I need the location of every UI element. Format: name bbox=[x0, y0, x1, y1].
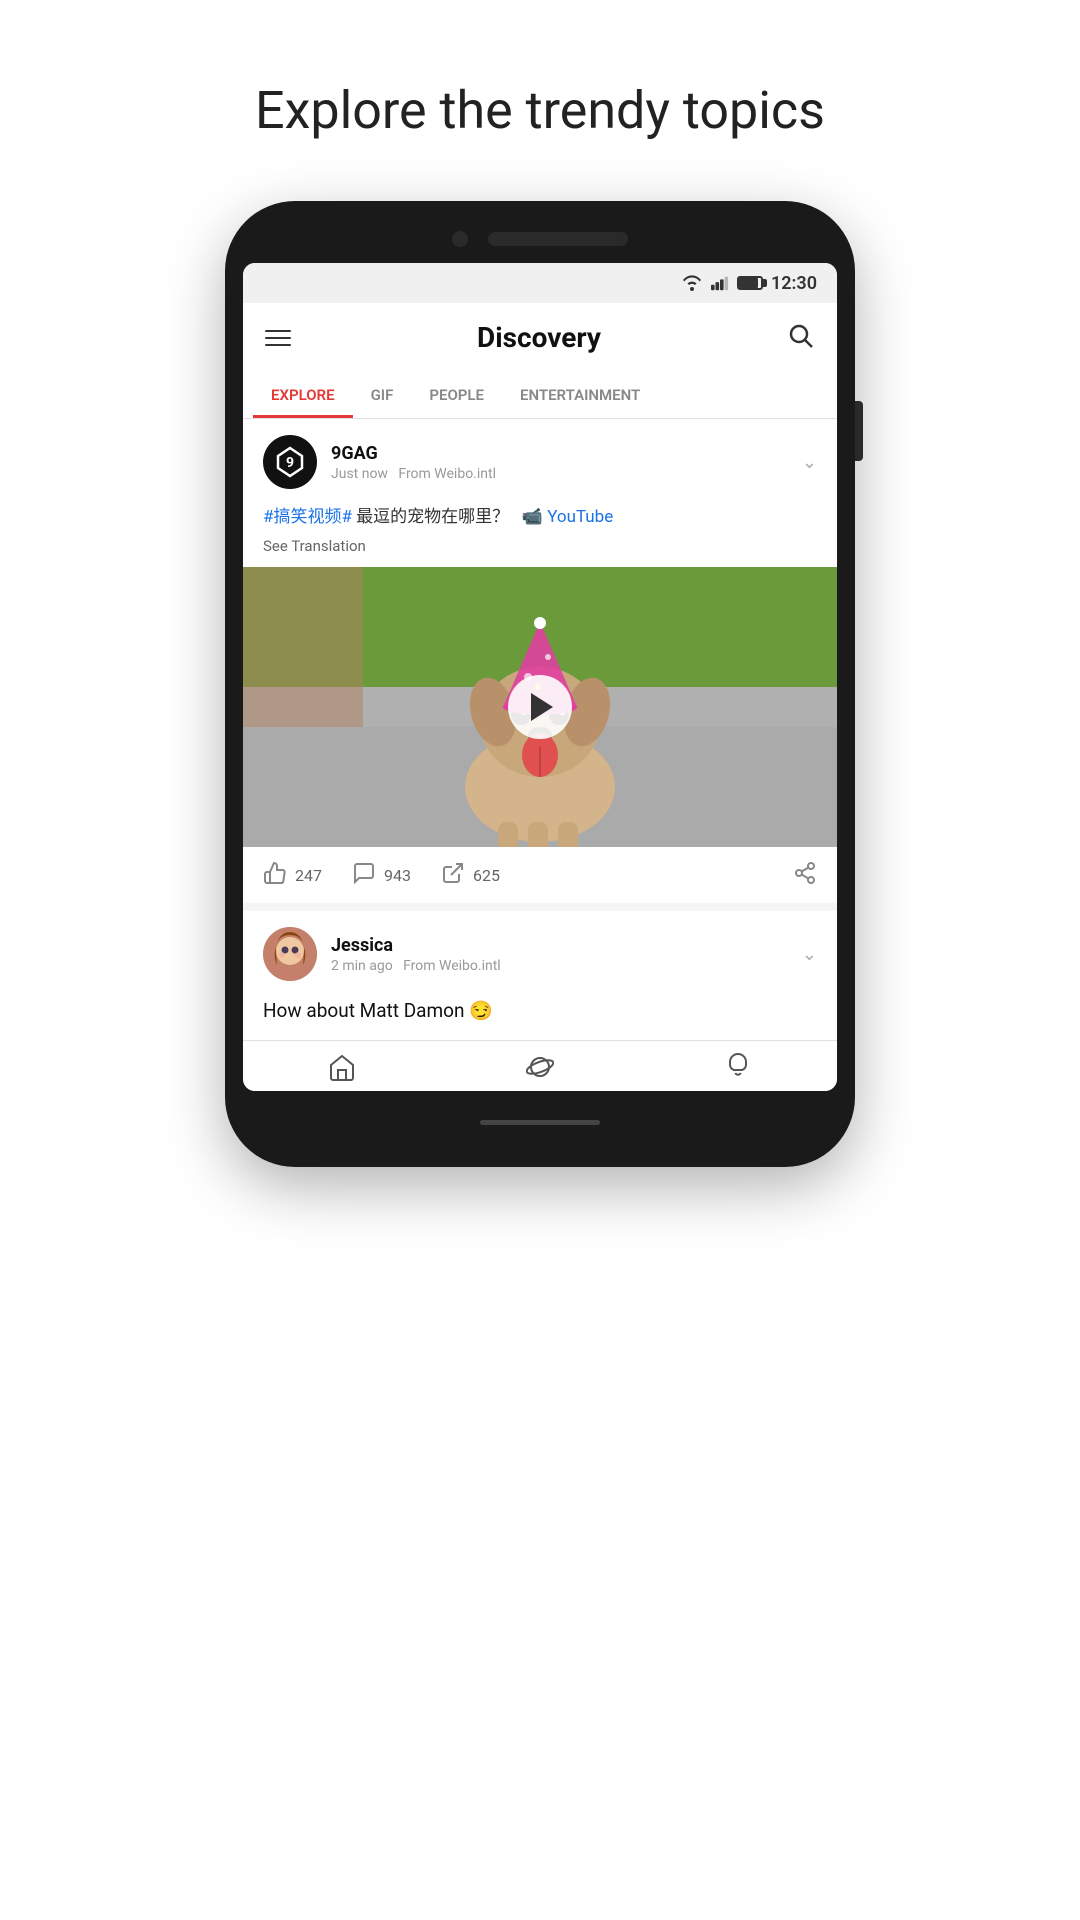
page-title: Explore the trendy topics bbox=[255, 80, 825, 141]
post-1-author: 9GAG bbox=[331, 443, 496, 464]
nav-notifications[interactable] bbox=[639, 1053, 837, 1081]
bell-icon bbox=[724, 1053, 752, 1081]
tab-people[interactable]: PEOPLE bbox=[411, 372, 502, 418]
post-1-source: From Weibo.intl bbox=[398, 466, 496, 482]
post-1-time-source: Just now From Weibo.intl bbox=[331, 466, 496, 482]
home-icon bbox=[328, 1053, 356, 1081]
home-indicator bbox=[480, 1120, 600, 1125]
phone-frame: 12:30 Discovery EXPLORE GIF PEOPLE ENTER… bbox=[225, 201, 855, 1167]
wifi-icon bbox=[681, 275, 703, 291]
repost-icon bbox=[441, 861, 465, 889]
svg-text:9: 9 bbox=[286, 455, 294, 471]
comment-count: 943 bbox=[384, 866, 411, 885]
hamburger-menu-icon[interactable] bbox=[265, 330, 291, 346]
post-1-youtube-link[interactable]: YouTube bbox=[547, 507, 613, 527]
post-card-1: 9 9GAG Just now From Weibo.intl ⌄ #搞笑视频# bbox=[243, 419, 837, 911]
post-1-video-thumbnail[interactable] bbox=[243, 567, 837, 847]
post-1-chevron-icon[interactable]: ⌄ bbox=[802, 452, 817, 473]
repost-count: 625 bbox=[473, 866, 500, 885]
comment-button[interactable]: 943 bbox=[352, 861, 411, 889]
post-1-action-bar: 247 943 bbox=[243, 847, 837, 903]
post-2-avatar[interactable] bbox=[263, 927, 317, 981]
phone-bottom bbox=[243, 1107, 837, 1137]
post-2-header: Jessica 2 min ago From Weibo.intl ⌄ bbox=[243, 911, 837, 991]
post-2-author: Jessica bbox=[331, 935, 501, 956]
post-1-avatar[interactable]: 9 bbox=[263, 435, 317, 489]
tabs-bar: EXPLORE GIF PEOPLE ENTERTAINMENT bbox=[243, 372, 837, 419]
like-icon bbox=[263, 861, 287, 889]
post-1-header: 9 9GAG Just now From Weibo.intl ⌄ bbox=[243, 419, 837, 499]
tab-explore[interactable]: EXPLORE bbox=[253, 372, 353, 418]
post-card-2: Jessica 2 min ago From Weibo.intl ⌄ How … bbox=[243, 911, 837, 1040]
post-1-text: 最逗的宠物在哪里？ bbox=[356, 507, 509, 527]
status-time: 12:30 bbox=[771, 273, 817, 294]
app-header: Discovery bbox=[243, 303, 837, 372]
tab-entertainment[interactable]: ENTERTAINMENT bbox=[502, 372, 658, 418]
post-1-hashtag[interactable]: #搞笑视频# bbox=[263, 507, 352, 527]
phone-screen: 12:30 Discovery EXPLORE GIF PEOPLE ENTER… bbox=[243, 263, 837, 1091]
side-button bbox=[855, 401, 863, 461]
search-button[interactable] bbox=[787, 322, 815, 354]
repost-button[interactable]: 625 bbox=[441, 861, 500, 889]
post-2-time-source: 2 min ago From Weibo.intl bbox=[331, 958, 501, 974]
post-1-author-section: 9 9GAG Just now From Weibo.intl bbox=[263, 435, 496, 489]
status-bar: 12:30 bbox=[243, 263, 837, 303]
post-2-chevron-icon[interactable]: ⌄ bbox=[802, 944, 817, 965]
app-header-title: Discovery bbox=[477, 321, 601, 354]
phone-top-bar bbox=[243, 231, 837, 247]
post-2-text: How about Matt Damon 😏 bbox=[243, 991, 837, 1030]
nav-home[interactable] bbox=[243, 1053, 441, 1081]
post-2-author-section: Jessica 2 min ago From Weibo.intl bbox=[263, 927, 501, 981]
nav-discover[interactable] bbox=[441, 1053, 639, 1081]
post-1-content: #搞笑视频# 最逗的宠物在哪里？ 📹 YouTube See Translati… bbox=[243, 499, 837, 567]
battery-icon bbox=[737, 276, 763, 290]
video-play-button[interactable] bbox=[508, 675, 572, 739]
speaker bbox=[488, 232, 628, 246]
like-button[interactable]: 247 bbox=[263, 861, 322, 889]
post-1-time: Just now bbox=[331, 466, 388, 482]
post-2-source: From Weibo.intl bbox=[403, 958, 501, 974]
planet-icon bbox=[526, 1053, 554, 1081]
post-2-meta: Jessica 2 min ago From Weibo.intl bbox=[331, 935, 501, 974]
tab-gif[interactable]: GIF bbox=[353, 372, 412, 418]
signal-icon bbox=[711, 275, 729, 291]
front-camera bbox=[452, 231, 468, 247]
post-2-time: 2 min ago bbox=[331, 958, 393, 974]
status-icons: 12:30 bbox=[681, 273, 817, 294]
share-button[interactable] bbox=[793, 861, 817, 889]
like-count: 247 bbox=[295, 866, 322, 885]
share-icon bbox=[793, 861, 817, 889]
comment-icon bbox=[352, 861, 376, 889]
post-1-see-translation[interactable]: See Translation bbox=[263, 535, 817, 558]
post-1-meta: 9GAG Just now From Weibo.intl bbox=[331, 443, 496, 482]
bottom-nav bbox=[243, 1040, 837, 1091]
